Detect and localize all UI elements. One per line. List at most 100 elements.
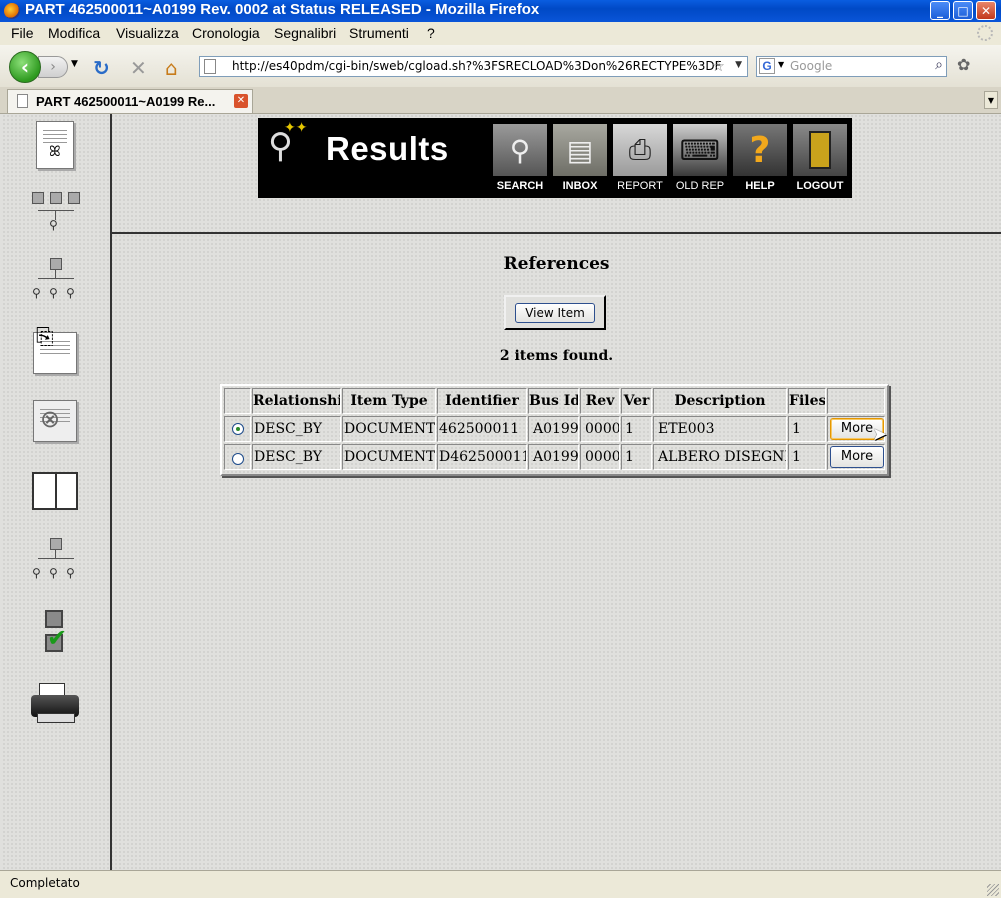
history-dropdown-icon[interactable]: ▼ [71, 59, 78, 69]
checklist-icon[interactable]: ✔ [30, 608, 80, 658]
table-cell: 462500011 [437, 416, 527, 442]
status-text: Completato [10, 876, 80, 890]
menu-help[interactable]: ? [427, 25, 435, 41]
nav-search-button[interactable]: ⚲ SEARCH [491, 124, 549, 196]
firefox-logo-icon [4, 3, 20, 19]
search-icon[interactable]: ⌕ [935, 57, 943, 73]
page-icon [204, 59, 216, 74]
reload-icon[interactable]: ↻ [93, 56, 110, 80]
nav-report-label[interactable]: REPORT [611, 180, 669, 192]
nav-search-label[interactable]: SEARCH [491, 180, 549, 192]
table-more-cell: More [827, 444, 885, 470]
menu-strumenti[interactable]: Strumenti [349, 25, 409, 41]
table-cell: ETE003 [653, 416, 787, 442]
book-icon[interactable] [30, 466, 80, 516]
nav-logout-label[interactable]: LOGOUT [791, 180, 849, 192]
table-row-select-cell [224, 444, 251, 470]
nav-old-rep-label[interactable]: OLD REP [671, 180, 729, 192]
page-content: ꕤ ⚲ ⚲ ⚲ ⚲ ⎘ ⊗ ⚲ ⚲ ⚲ ✔ ✦✦ ⚲ Results ⚲ SEA… [0, 114, 1001, 870]
status-bar: Completato [0, 870, 1001, 898]
nav-help-label[interactable]: HELP [731, 180, 789, 192]
home-icon[interactable]: ⌂ [165, 56, 178, 80]
google-engine-icon[interactable]: G [759, 58, 775, 74]
menu-cronologia[interactable]: Cronologia [192, 25, 260, 41]
url-text[interactable]: http://es40pdm/cgi-bin/sweb/cgload.sh?%3… [232, 59, 722, 73]
select-column-header [224, 388, 251, 414]
menu-segnalibri[interactable]: Segnalibri [274, 25, 336, 41]
question-mark-icon: ? [733, 124, 787, 176]
forward-button[interactable]: › [38, 56, 68, 78]
banner-title: Results [326, 130, 449, 167]
menu-visualizza[interactable]: Visualizza [116, 25, 179, 41]
nav-report-button[interactable]: ⎙ REPORT [611, 124, 669, 196]
bom-multi-level-icon[interactable]: ⚲ [30, 186, 80, 236]
where-used-tree-icon[interactable]: ⚲ ⚲ ⚲ [30, 534, 80, 590]
column-header: Relationship [252, 388, 341, 414]
magnifier-logo-icon: ⚲ [268, 126, 293, 166]
inbox-tray-icon: ▤ [553, 124, 607, 176]
menu-file[interactable]: File [11, 25, 34, 41]
url-bar[interactable]: http://es40pdm/cgi-bin/sweb/cgload.sh?%3… [199, 56, 748, 77]
printer-icon: ⎙ [613, 124, 667, 176]
tab-list-dropdown-icon[interactable]: ▼ [984, 91, 998, 109]
column-header: Identifier [437, 388, 527, 414]
bookmark-star-icon[interactable]: ☆ [712, 57, 725, 75]
window-title: PART 462500011~A0199 Rev. 0002 at Status… [25, 1, 540, 18]
nav-help-button[interactable]: ? HELP [731, 124, 789, 196]
maximize-button[interactable]: □ [953, 1, 973, 20]
url-dropdown-icon[interactable]: ▼ [735, 60, 742, 70]
bom-single-level-icon[interactable]: ⚲ ⚲ ⚲ [30, 254, 80, 310]
document-part-icon[interactable]: ꕤ [30, 120, 80, 170]
nav-inbox-label[interactable]: INBOX [551, 180, 609, 192]
more-column-header [827, 388, 885, 414]
column-header: Description [653, 388, 787, 414]
left-frame-toolbar: ꕤ ⚲ ⚲ ⚲ ⚲ ⎘ ⊗ ⚲ ⚲ ⚲ ✔ [2, 114, 112, 870]
nav-old-rep-button[interactable]: ⌨ OLD REP [671, 124, 729, 196]
search-box[interactable]: G ▼ Google ⌕ [756, 56, 947, 77]
frame-separator [112, 232, 1001, 234]
row-select-radio[interactable] [232, 423, 244, 435]
close-tab-icon[interactable]: ✕ [234, 94, 248, 108]
minimize-button[interactable]: _ [930, 1, 950, 20]
nav-logout-button[interactable]: LOGOUT [791, 124, 849, 196]
table-cell: DESC_BY [252, 444, 341, 470]
back-button[interactable]: ‹ [9, 51, 41, 83]
printer-icon[interactable] [30, 678, 80, 728]
column-header: Bus Id [528, 388, 579, 414]
search-placeholder[interactable]: Google [790, 59, 832, 73]
close-window-button[interactable]: ✕ [976, 1, 996, 20]
table-cell: D462500011 [437, 444, 527, 470]
attachment-drawing-icon[interactable]: ⊗ [30, 396, 80, 446]
table-row-select-cell [224, 416, 251, 442]
items-found-text: 2 items found. [499, 348, 614, 364]
search-icon: ⚲ [493, 124, 547, 176]
window-titlebar: PART 462500011~A0199 Rev. 0002 at Status… [0, 0, 1001, 22]
tab-active[interactable]: PART 462500011~A0199 Re... ✕ [7, 89, 253, 113]
engine-dropdown-icon[interactable]: ▼ [778, 60, 784, 69]
column-header: Ver [621, 388, 652, 414]
results-banner: ✦✦ ⚲ Results ⚲ SEARCH ▤ INBOX ⎙ REPORT ⌨… [258, 118, 852, 198]
resize-grip-icon[interactable] [987, 884, 999, 896]
row-select-radio[interactable] [232, 453, 244, 465]
table-cell: 1 [621, 444, 652, 470]
menu-bar: File Modifica Visualizza Cronologia Segn… [0, 22, 1001, 46]
references-table: Relationship Item Type Identifier Bus Id… [220, 384, 889, 476]
nav-inbox-button[interactable]: ▤ INBOX [551, 124, 609, 196]
column-header: Rev [580, 388, 620, 414]
table-cell: DESC_BY [252, 416, 341, 442]
view-item-button[interactable]: View Item [515, 303, 595, 323]
attachment-document-icon[interactable]: ⎘ [30, 325, 80, 378]
table-cell: 0000 [580, 444, 620, 470]
tab-bar: PART 462500011~A0199 Re... ✕ ▼ [0, 87, 1001, 114]
table-cell: 0000 [580, 416, 620, 442]
stop-icon[interactable]: ✕ [130, 56, 147, 80]
column-header: Files [788, 388, 826, 414]
addon-icon[interactable]: ✿ [957, 55, 970, 74]
table-cell: DOCUMENT [342, 444, 436, 470]
table-cell: DOCUMENT [342, 416, 436, 442]
tab-title[interactable]: PART 462500011~A0199 Re... [36, 94, 215, 109]
menu-modifica[interactable]: Modifica [48, 25, 100, 41]
view-item-frame: View Item [504, 295, 606, 330]
more-button[interactable]: More [830, 446, 884, 468]
table-cell: 1 [788, 416, 826, 442]
